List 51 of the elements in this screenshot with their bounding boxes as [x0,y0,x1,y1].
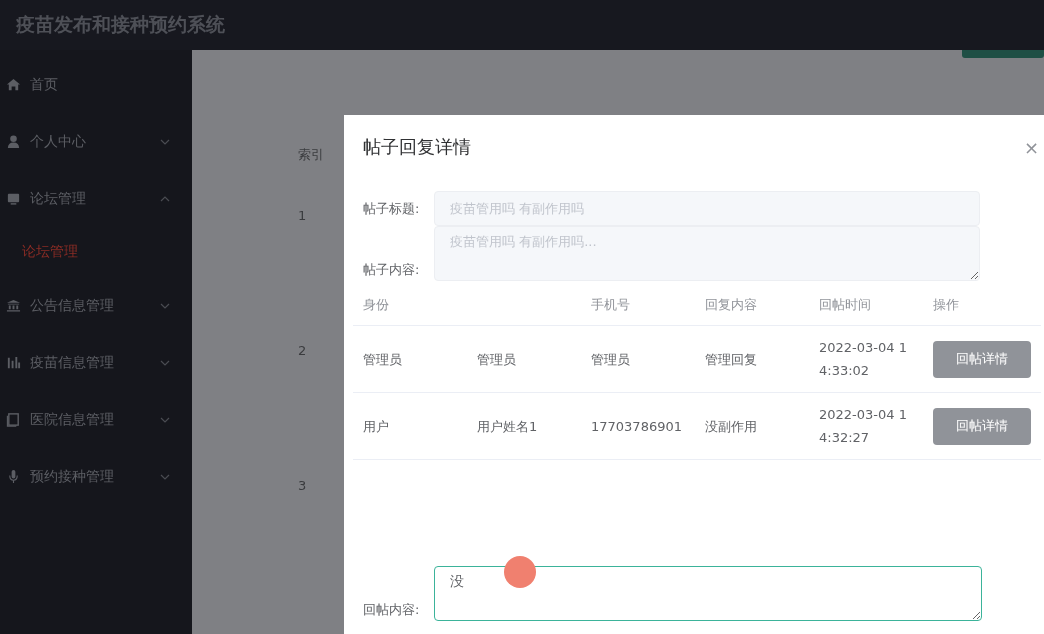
column-header: 操作 [933,297,959,312]
reply-detail-button[interactable]: 回帖详情 [933,407,1031,445]
chevron-icon [160,138,170,145]
menu-item[interactable]: 医院信息管理 [0,391,192,448]
table-cell: 3 [298,478,307,493]
monitor-icon [6,191,21,206]
home-icon [6,77,21,92]
app-title: 疫苗发布和接种预约系统 [16,12,225,37]
reply-field[interactable]: 没 [434,566,982,621]
table-cell-text: 管理回复 [705,350,757,369]
chevron-icon [160,416,170,423]
chart-icon [6,355,21,370]
menu-item[interactable]: 论坛管理 [0,170,192,227]
table-cell-text: 17703786901 [591,417,682,436]
table-cell-text: 管理员 [591,350,630,369]
table-cell-text: 管理员 [363,350,402,369]
column-header: 身份 [363,297,389,312]
menu-item[interactable]: 个人中心 [0,113,192,170]
user-icon [6,134,21,149]
bank-icon [6,298,21,313]
table-cell-text: 没副作用 [705,417,757,436]
menu-item[interactable]: 疫苗信息管理 [0,334,192,391]
table-cell-text: 2022-03-04 14:33:02 [819,339,908,380]
click-indicator [504,556,536,588]
table-cell-text: 用户 [363,417,389,436]
menu-item[interactable]: 公告信息管理 [0,277,192,334]
header-button[interactable] [962,50,1044,58]
column-header: 手机号 [591,297,630,312]
dialog-title: 帖子回复详情 [363,135,471,159]
table-cell-text: 管理员 [477,350,516,369]
field-label: 回帖内容: [363,601,421,619]
chevron-icon [160,473,170,480]
table-cell-text: 用户姓名1 [477,417,538,436]
field-label: 帖子内容: [363,261,421,279]
column-header: 索引 [298,146,324,164]
column-header: 回帖时间 [819,297,871,312]
microphone-icon [6,469,21,484]
submenu-item[interactable]: 论坛管理 [0,227,192,277]
menu-item[interactable]: 预约接种管理 [0,448,192,505]
field-label: 帖子标题: [363,199,421,218]
table-cell-text: 2022-03-04 14:32:27 [819,406,908,447]
close-button[interactable]: × [1023,136,1039,158]
table-cell: 2 [298,343,307,358]
chevron-icon [160,195,170,202]
chevron-icon [160,359,170,366]
chevron-icon [160,302,170,309]
table-cell: 1 [298,208,307,223]
menu-item[interactable]: 首页 [0,56,192,113]
column-header: 回复内容 [705,297,757,312]
reply-detail-button[interactable]: 回帖详情 [933,340,1031,378]
book-icon [6,412,21,427]
